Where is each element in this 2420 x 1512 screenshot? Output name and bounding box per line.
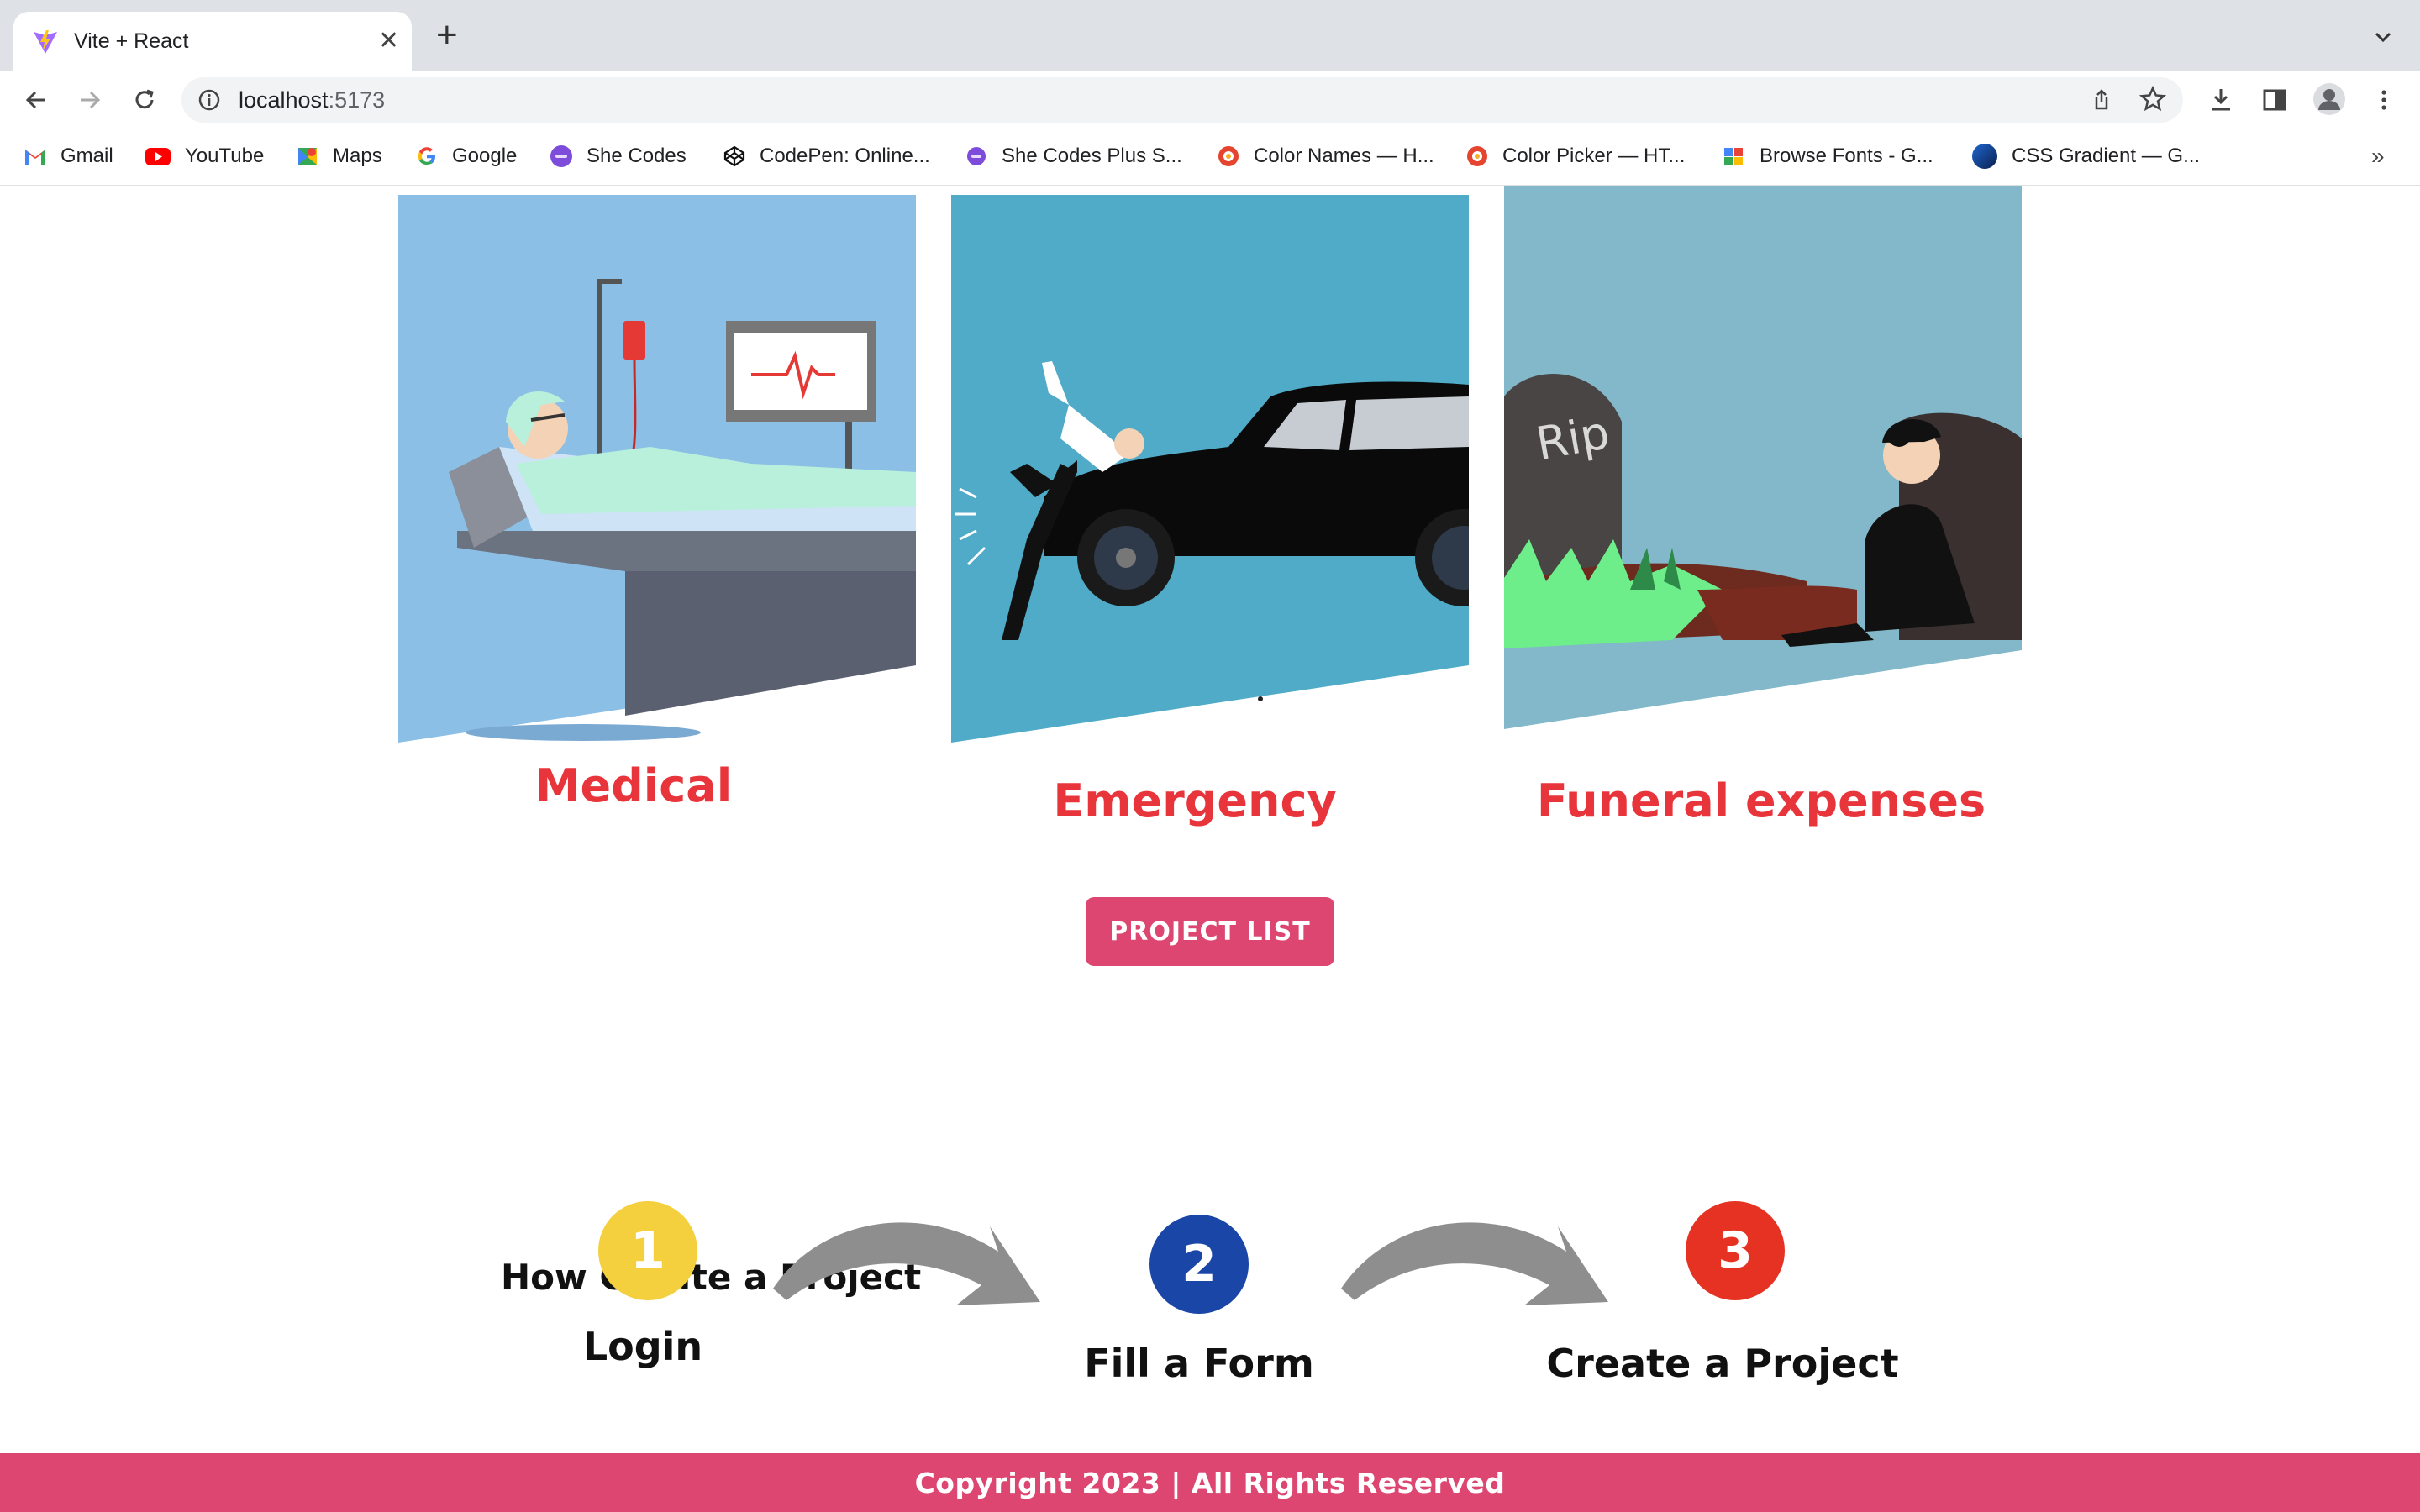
bookmark-codepen[interactable]: CodePen: Online...	[723, 143, 930, 170]
bookmark-she-codes-plus[interactable]: She Codes Plus S...	[965, 143, 1182, 170]
project-list-button[interactable]: PROJECT LIST	[1086, 897, 1334, 966]
url-text[interactable]: localhost:5173	[239, 87, 385, 113]
funeral-illustration: Rip	[1504, 186, 2022, 729]
arrow-right-icon	[1341, 1222, 1608, 1305]
bookmark-css-gradient[interactable]: CSS Gradient — G...	[1971, 143, 2200, 170]
bookmark-maps[interactable]: Maps	[296, 143, 382, 170]
info-icon[interactable]	[197, 87, 222, 113]
card-label-medical: Medical	[534, 759, 733, 812]
tab-title: Vite + React	[74, 29, 189, 53]
download-icon[interactable]	[2207, 86, 2235, 114]
browser-tab[interactable]: Vite + React ✕	[13, 12, 412, 71]
reload-icon[interactable]	[130, 86, 159, 114]
arrow-right-icon	[773, 1222, 1040, 1305]
browser-toolbar: localhost:5173	[0, 71, 2420, 126]
step-1-label: Login	[582, 1324, 703, 1369]
back-arrow-icon[interactable]	[22, 86, 50, 114]
new-tab-button[interactable]: +	[436, 17, 458, 54]
bookmarks-bar: Gmail YouTube Maps Google She Codes Code…	[0, 126, 2420, 186]
google-icon	[418, 147, 435, 165]
page-content: Rip Medical Emergency Funeral expenses P…	[0, 186, 2420, 1512]
share-icon[interactable]	[2089, 87, 2114, 113]
gmail-icon	[25, 150, 45, 165]
fonts-icon	[1724, 148, 1743, 165]
step-2-circle: 2	[1150, 1215, 1249, 1314]
step-3-circle: 3	[1686, 1201, 1785, 1300]
color-icon	[1218, 146, 1239, 166]
vite-icon	[34, 30, 57, 54]
bookmark-she-codes[interactable]: She Codes	[550, 143, 687, 170]
footer: Copyright 2023 | All Rights Reserved	[0, 1453, 2420, 1512]
bookmark-gmail[interactable]: Gmail	[24, 143, 113, 170]
step-2-label: Fill a Form	[1084, 1341, 1314, 1386]
tab-strip: Vite + React ✕ +	[0, 0, 2420, 71]
address-bar[interactable]: localhost:5173	[182, 77, 2183, 123]
gradient-icon	[1972, 144, 1997, 169]
side-panel-icon[interactable]	[2260, 86, 2289, 114]
bookmark-star-icon[interactable]	[2139, 86, 2166, 113]
codepen-icon	[723, 145, 745, 167]
youtube-icon	[145, 148, 171, 165]
shecodes-icon	[550, 145, 572, 167]
bookmark-youtube[interactable]: YouTube	[145, 143, 264, 170]
step-3-label: Create a Project	[1546, 1341, 1899, 1386]
profile-avatar-icon[interactable]	[2312, 82, 2346, 116]
menu-kebab-icon[interactable]	[2370, 86, 2398, 114]
card-label-emergency: Emergency	[1053, 774, 1337, 827]
bookmark-color-names[interactable]: Color Names — H...	[1217, 143, 1434, 170]
medical-illustration	[398, 195, 916, 743]
maps-icon	[298, 148, 317, 165]
step-1-circle: 1	[598, 1201, 697, 1300]
close-tab-icon[interactable]: ✕	[378, 26, 399, 56]
chevron-down-icon[interactable]	[2370, 24, 2396, 50]
forward-arrow-icon[interactable]	[76, 86, 104, 114]
color-icon	[1467, 146, 1487, 166]
bookmark-google[interactable]: Google	[415, 143, 517, 170]
shecodes-icon	[967, 147, 986, 165]
bookmark-color-picker[interactable]: Color Picker — HT...	[1465, 143, 1685, 170]
bookmark-browse-fonts[interactable]: Browse Fonts - G...	[1723, 143, 1933, 170]
more-bookmarks-button[interactable]: »	[2371, 143, 2385, 170]
emergency-illustration	[951, 195, 1469, 743]
card-label-funeral: Funeral expenses	[1536, 774, 1986, 827]
